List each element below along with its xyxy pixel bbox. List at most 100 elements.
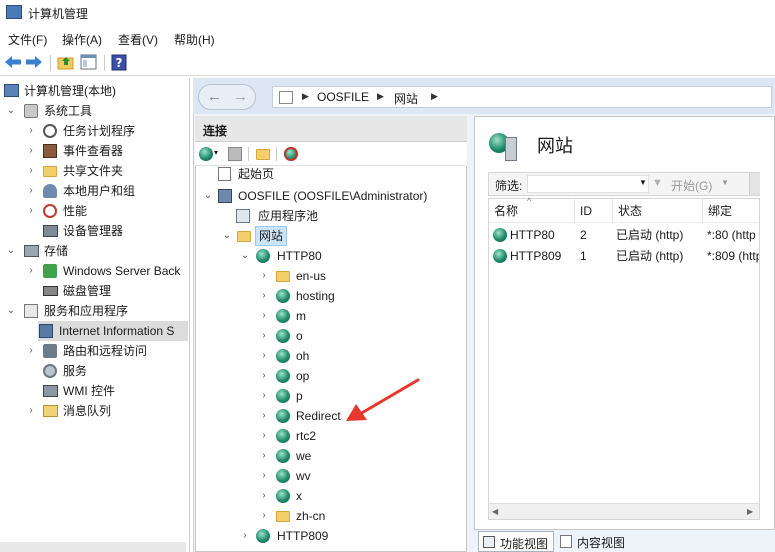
menu-help[interactable]: 帮助(H) [174,31,215,48]
console-tree: 计算机管理(本地) ⌄ 系统工具 › 任务计划程序 › 事件查看器 › 共享文件… [0,78,190,552]
application-globe-icon [276,309,290,323]
chevron-down-icon[interactable]: ⌄ [222,231,232,241]
application-globe-icon [276,429,290,443]
chevron-right-icon[interactable]: › [26,266,36,276]
chevron-right-icon[interactable]: › [26,166,36,176]
chevron-right-icon[interactable]: › [26,206,36,216]
application-globe-icon [276,289,290,303]
tree-label: x [296,489,302,503]
chevron-right-icon[interactable]: › [259,471,269,481]
services-apps-icon [24,304,38,318]
forward-arrow-icon[interactable] [25,55,43,69]
scroll-left-icon[interactable]: ◀ [492,507,498,516]
table-row[interactable]: HTTP80 2 已启动 (http) *:80 (http [489,225,759,245]
tree-label: 共享文件夹 [63,164,124,178]
tree-label: m [296,309,306,323]
separator-icon: ▶ [377,91,384,101]
column-header-status[interactable]: 状态 [613,199,703,223]
tab-features-view[interactable]: 功能视图 [478,531,554,552]
cell-binding: *:809 (http [707,249,759,263]
back-icon[interactable]: ← [207,88,222,105]
filter-dropdown-icon[interactable]: ▼ [639,178,647,187]
menu-view[interactable]: 查看(V) [118,31,158,48]
column-header-name[interactable]: 名称 [489,199,575,223]
chevron-right-icon[interactable]: › [259,291,269,301]
tree-label: we [296,449,312,463]
chevron-right-icon[interactable]: › [259,391,269,401]
chevron-down-icon[interactable]: ⌄ [6,306,16,316]
address-bar[interactable]: ▶ OOSFILE ▶ 网站 ▶ [272,86,772,108]
toolbar-divider [248,147,249,161]
save-icon[interactable] [228,147,242,161]
chevron-right-icon[interactable]: › [259,311,269,321]
filter-scroll-button[interactable] [749,173,760,195]
column-header-binding[interactable]: 绑定 [703,199,759,223]
application-globe-icon [276,369,290,383]
chevron-down-icon[interactable]: ⌄ [203,191,213,201]
chevron-down-icon[interactable]: ⌄ [240,251,250,261]
tree-label: 任务计划程序 [63,124,136,138]
tree-label: Windows Server Back [63,264,181,278]
nav-buttons: ← → [198,84,256,110]
column-header-id[interactable]: ID [575,199,613,223]
cell-name: HTTP80 [510,228,555,242]
separator-icon: ▶ [302,91,309,101]
start-dropdown-icon[interactable]: ▼ [721,178,729,187]
chevron-right-icon[interactable]: › [259,371,269,381]
tools-icon [24,104,38,118]
menu-file[interactable]: 文件(F) [8,31,47,48]
tree-label: HTTP809 [277,529,329,543]
cell-status: 已启动 (http) [616,228,684,242]
view-tabs: 功能视图 内容视图 [474,530,775,552]
chevron-right-icon[interactable]: › [26,126,36,136]
chevron-right-icon[interactable]: › [26,146,36,156]
message-queue-icon [43,405,58,417]
users-icon [43,184,57,198]
tree-item-iis[interactable]: Internet Information S [38,321,188,341]
cell-binding: *:80 (http [707,228,756,242]
chevron-right-icon[interactable]: › [259,511,269,521]
application-globe-icon [276,409,290,423]
address-segment-sites[interactable]: 网站 [394,90,418,107]
application-globe-icon [276,469,290,483]
table-row[interactable]: HTTP809 1 已启动 (http) *:809 (http [489,246,759,266]
chevron-right-icon[interactable]: › [26,346,36,356]
connect-globe-icon[interactable] [199,147,213,161]
chevron-right-icon[interactable]: › [259,411,269,421]
forward-icon[interactable]: → [233,88,248,105]
back-arrow-icon[interactable] [4,55,22,69]
horizontal-scrollbar[interactable]: ◀ ▶ [489,503,759,519]
up-folder-icon[interactable] [256,149,270,160]
page-icon [279,91,293,104]
chevron-down-icon[interactable]: ⌄ [6,246,16,256]
address-segment-server[interactable]: OOSFILE [317,90,369,104]
dropdown-caret-icon[interactable]: ▾ [214,148,218,157]
horizontal-scrollbar[interactable] [0,542,186,552]
help-icon[interactable]: ? [111,54,127,71]
chevron-right-icon[interactable]: › [259,431,269,441]
up-folder-icon[interactable] [57,54,75,70]
chevron-right-icon[interactable]: › [26,186,36,196]
tab-content-view[interactable]: 内容视图 [558,531,636,552]
disconnect-icon[interactable] [284,147,298,161]
chevron-right-icon[interactable]: › [259,451,269,461]
show-hide-tree-icon[interactable] [80,54,98,70]
chevron-right-icon[interactable]: › [240,531,250,541]
chevron-right-icon[interactable]: › [259,351,269,361]
tree-label: 设备管理器 [63,224,124,238]
chevron-right-icon[interactable]: › [259,271,269,281]
chevron-down-icon[interactable]: ⌄ [6,106,16,116]
chevron-right-icon[interactable]: › [259,491,269,501]
scroll-right-icon[interactable]: ▶ [747,507,753,516]
chevron-right-icon[interactable]: › [259,331,269,341]
application-globe-icon [276,449,290,463]
menu-action[interactable]: 操作(A) [62,31,102,48]
tab-label: 功能视图 [500,537,549,551]
iis-icon [39,324,53,338]
site-globe-icon [256,529,270,543]
start-button[interactable]: 开始(G) [671,177,712,194]
chevron-right-icon[interactable]: › [26,406,36,416]
folder-icon [276,511,290,522]
application-globe-icon [276,349,290,363]
filter-input[interactable] [527,175,649,193]
